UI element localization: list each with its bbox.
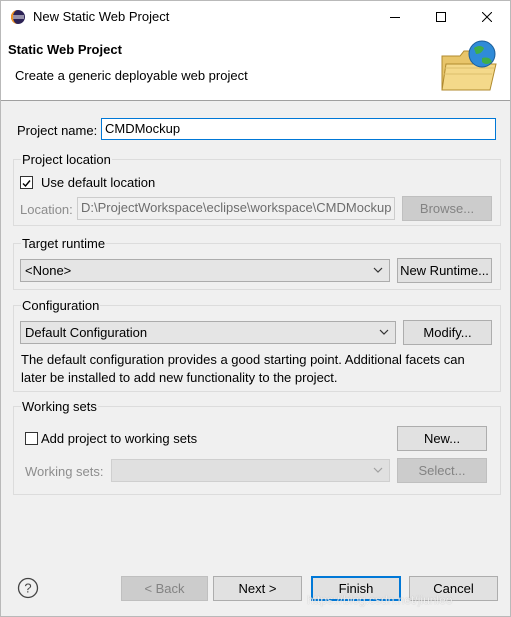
browse-button-label: Browse... [419, 201, 475, 216]
select-working-sets-button-label: Select... [418, 463, 466, 478]
project-name-input[interactable]: CMDMockup [101, 118, 496, 140]
working-sets-select[interactable] [111, 459, 390, 482]
minimize-button[interactable] [372, 1, 418, 32]
wizard-page-description: Create a generic deployable web project [15, 68, 248, 83]
chevron-down-icon [373, 467, 383, 473]
close-button[interactable] [464, 1, 510, 32]
configuration-group-title: Configuration [21, 298, 101, 313]
configuration-description: The default configuration provides a goo… [21, 352, 465, 385]
help-icon: ? [17, 577, 39, 599]
new-runtime-button-label: New Runtime... [400, 263, 489, 278]
new-working-set-button[interactable]: New... [397, 426, 487, 451]
title-bar: New Static Web Project [1, 1, 510, 32]
svg-text:?: ? [24, 581, 31, 596]
working-sets-label: Working sets: [25, 464, 104, 479]
maximize-button[interactable] [418, 1, 464, 32]
back-button[interactable]: < Back [121, 576, 208, 601]
use-default-location-checkbox[interactable] [20, 176, 33, 189]
modify-button[interactable]: Modify... [403, 320, 492, 345]
location-label: Location: [20, 202, 73, 217]
add-to-working-sets-checkbox[interactable] [25, 432, 38, 445]
window-title: New Static Web Project [33, 9, 170, 24]
select-working-sets-button[interactable]: Select... [397, 458, 487, 483]
new-working-set-button-label: New... [423, 431, 461, 446]
chevron-down-icon [379, 329, 389, 335]
eclipse-icon [10, 9, 26, 25]
new-runtime-button[interactable]: New Runtime... [397, 258, 492, 283]
wizard-page-title: Static Web Project [8, 42, 122, 57]
close-icon [482, 11, 492, 22]
target-runtime-select[interactable]: <None> [20, 259, 390, 282]
back-button-label: < Back [144, 581, 185, 596]
minimize-icon [390, 16, 400, 18]
watermark: https://blog.csdn.net/jiunleo [307, 593, 453, 607]
target-runtime-value: <None> [25, 263, 72, 278]
checkmark-icon [22, 180, 31, 188]
dialog-window: New Static Web Project Static Web Projec… [0, 0, 511, 617]
working-sets-group-title: Working sets [21, 399, 98, 414]
location-input[interactable]: D:\ProjectWorkspace\eclipse\workspace\CM… [77, 197, 395, 220]
modify-button-label: Modify... [423, 325, 472, 340]
chevron-down-icon [373, 267, 383, 273]
configuration-value: Default Configuration [25, 325, 148, 340]
add-to-working-sets-label[interactable]: Add project to working sets [41, 431, 197, 446]
use-default-location-label[interactable]: Use default location [41, 175, 155, 190]
web-folder-icon [438, 38, 500, 96]
help-button[interactable]: ? [17, 577, 39, 599]
browse-button[interactable]: Browse... [402, 196, 492, 221]
project-location-group-title: Project location [21, 152, 112, 167]
wizard-banner: Static Web Project Create a generic depl… [1, 32, 510, 101]
configuration-select[interactable]: Default Configuration [20, 321, 396, 344]
maximize-icon [436, 11, 446, 22]
target-runtime-group-title: Target runtime [21, 236, 107, 251]
next-button-label: Next > [238, 581, 277, 596]
project-name-label: Project name: [17, 123, 98, 138]
next-button[interactable]: Next > [213, 576, 302, 601]
